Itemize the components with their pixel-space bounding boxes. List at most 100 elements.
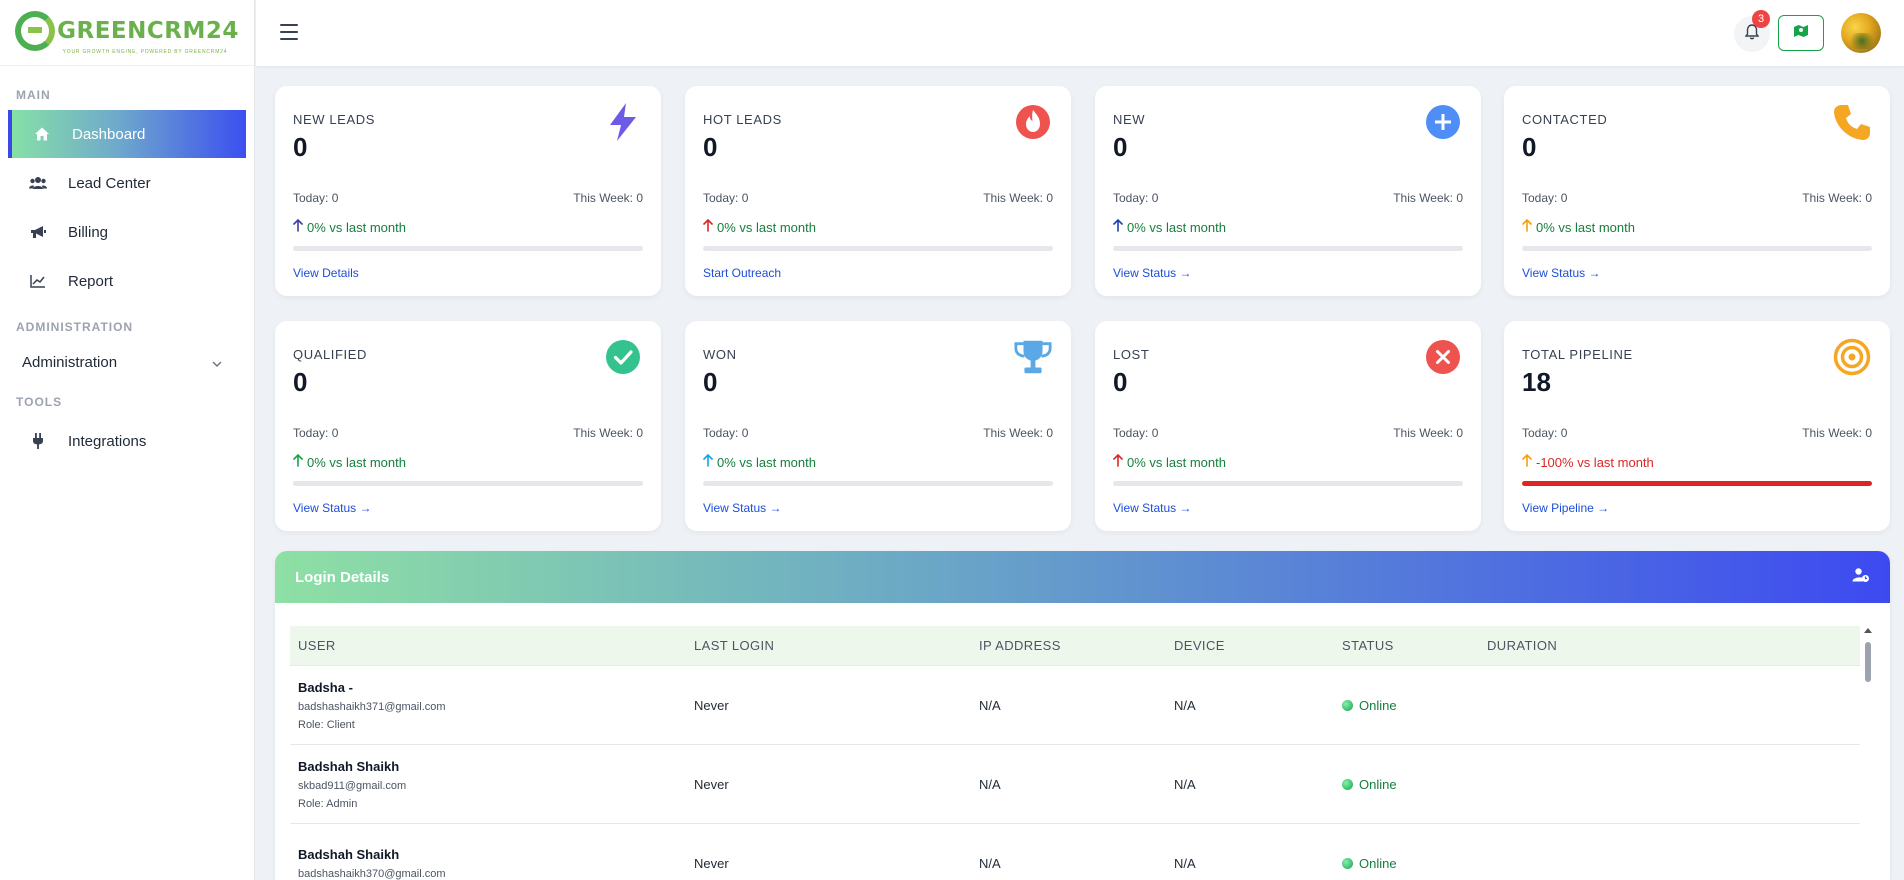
ip-address-cell: N/A [979, 855, 1001, 871]
stat-card-title: TOTAL PIPELINE [1522, 347, 1633, 362]
column-header-status[interactable]: STATUS [1342, 638, 1487, 653]
x-circle-icon [1423, 337, 1463, 377]
stat-card-progress [1522, 246, 1872, 251]
user-email: badshashaikh371@gmail.com [298, 700, 446, 713]
stat-card-link[interactable]: View Status → [1113, 501, 1191, 515]
target-icon [1832, 337, 1872, 377]
login-details-title: Login Details [295, 568, 390, 586]
stat-card-contacted: CONTACTED 0 Today: 0 This Week: 0 0% vs … [1504, 86, 1890, 296]
stat-card-today: Today: 0 [1522, 191, 1568, 205]
ip-address-cell: N/A [979, 776, 1001, 792]
stat-card-value: 0 [1522, 132, 1537, 162]
stat-card-value: 0 [293, 367, 308, 397]
device-cell: N/A [1174, 697, 1196, 713]
chevron-down-icon [212, 354, 222, 371]
column-header-device[interactable]: DEVICE [1174, 638, 1342, 653]
user-cell: Badshah Shaikh skbad911@gmail.com Role: … [290, 759, 694, 810]
column-header-last-login[interactable]: LAST LOGIN [694, 638, 979, 653]
phone-icon [1832, 102, 1872, 142]
stat-card-title: WON [703, 347, 737, 362]
scroll-up-icon[interactable] [1864, 628, 1872, 633]
stat-card-week: This Week: 0 [983, 426, 1053, 440]
stat-card-change-text: 0% vs last month [1536, 219, 1635, 235]
sidebar-item-integrations[interactable]: Integrations [8, 417, 246, 465]
sidebar-item-billing[interactable]: Billing [8, 208, 246, 256]
stat-card-change-text: 0% vs last month [1127, 454, 1226, 470]
login-details-panel: Login Details USER LAST LOGIN IP ADDRESS… [275, 551, 1890, 880]
stat-card-today: Today: 0 [703, 426, 749, 440]
ip-address-cell: N/A [979, 697, 1001, 713]
stat-card-change: 0% vs last month [1522, 218, 1635, 235]
brand-logo[interactable]: GREENCRM24 YOUR GROWTH ENGINE, POWERED B… [0, 0, 254, 66]
stat-card-week: This Week: 0 [1802, 426, 1872, 440]
sidebar-item-dashboard[interactable]: Dashboard [8, 110, 246, 158]
arrow-up-icon [1522, 218, 1532, 235]
table-scrollbar[interactable] [1863, 626, 1873, 880]
stat-card-progress [1522, 481, 1872, 486]
table-row[interactable]: Badshah Shaikh badshashaikh370@gmail.com… [290, 824, 1860, 880]
stat-card-link[interactable]: Start Outreach [703, 266, 781, 280]
section-label-main: MAIN [16, 88, 51, 102]
stat-card-hot-leads: HOT LEADS 0 Today: 0 This Week: 0 0% vs … [685, 86, 1071, 296]
user-role: Role: Client [298, 718, 355, 731]
stat-card-link[interactable]: View Pipeline → [1522, 501, 1609, 515]
stat-card-change-text: -100% vs last month [1536, 454, 1654, 470]
stat-card-today: Today: 0 [293, 426, 339, 440]
stat-card-progress [703, 246, 1053, 251]
column-header-user[interactable]: USER [290, 638, 694, 653]
plus-circle-icon [1423, 102, 1463, 142]
stat-card-change: 0% vs last month [703, 218, 816, 235]
stat-card-title: QUALIFIED [293, 347, 368, 362]
arrow-up-icon [703, 218, 713, 235]
user-cell: Badshah Shaikh badshashaikh370@gmail.com [290, 847, 694, 880]
user-cell: Badsha - badshashaikh371@gmail.com Role:… [290, 680, 694, 731]
stat-card-link[interactable]: View Details [293, 266, 359, 280]
stat-card-today: Today: 0 [703, 191, 749, 205]
sidebar-item-label: Integrations [68, 432, 147, 450]
user-avatar[interactable] [1841, 13, 1881, 53]
stat-card-title: HOT LEADS [703, 112, 782, 127]
sidebar-item-administration[interactable]: Administration [22, 352, 222, 372]
stat-card-new-leads: NEW LEADS 0 Today: 0 This Week: 0 0% vs … [275, 86, 661, 296]
sidebar-item-label: Dashboard [72, 125, 146, 143]
section-label-tools: TOOLS [16, 395, 63, 409]
stat-card-title: NEW [1113, 112, 1146, 127]
status-dot-icon [1342, 857, 1353, 869]
stat-card-total-pipeline: TOTAL PIPELINE 18 Today: 0 This Week: 0 … [1504, 321, 1890, 531]
stat-card-progress [293, 246, 643, 251]
stat-card-change-text: 0% vs last month [717, 454, 816, 470]
stat-card-change: 0% vs last month [293, 453, 406, 470]
stat-card-progress [293, 481, 643, 486]
stat-card-change-text: 0% vs last month [1127, 219, 1226, 235]
stat-card-link[interactable]: View Status → [1522, 266, 1600, 280]
stat-card-change: 0% vs last month [703, 453, 816, 470]
stat-card-value: 0 [1113, 367, 1128, 397]
last-login-cell: Never [694, 776, 729, 792]
check-circle-icon [603, 337, 643, 377]
stat-card-progress [703, 481, 1053, 486]
column-header-ip-address[interactable]: IP ADDRESS [979, 638, 1174, 653]
sidebar-item-report[interactable]: Report [8, 257, 246, 305]
device-cell: N/A [1174, 776, 1196, 792]
column-header-duration[interactable]: DURATION [1487, 638, 1687, 653]
stat-card-week: This Week: 0 [1802, 191, 1872, 205]
login-details-header: Login Details [275, 551, 1890, 603]
map-button[interactable] [1778, 15, 1824, 51]
users-icon [8, 176, 68, 190]
stat-card-value: 18 [1522, 367, 1551, 397]
user-email: badshashaikh370@gmail.com [298, 867, 446, 880]
table-row[interactable]: Badshah Shaikh skbad911@gmail.com Role: … [290, 745, 1860, 824]
stat-card-change-text: 0% vs last month [307, 454, 406, 470]
sidebar-item-lead-center[interactable]: Lead Center [8, 159, 246, 207]
stat-card-link[interactable]: View Status → [1113, 266, 1191, 280]
stat-card-today: Today: 0 [1522, 426, 1568, 440]
brand-name: GREENCRM24 [57, 17, 239, 44]
stat-card-change-text: 0% vs last month [717, 219, 816, 235]
stat-card-link[interactable]: View Status → [703, 501, 781, 515]
user-clock-icon[interactable] [1852, 567, 1870, 587]
stat-card-change: 0% vs last month [1113, 218, 1226, 235]
stat-card-link[interactable]: View Status → [293, 501, 371, 515]
scroll-thumb[interactable] [1865, 642, 1871, 682]
menu-toggle-icon[interactable] [280, 24, 298, 40]
table-row[interactable]: Badsha - badshashaikh371@gmail.com Role:… [290, 666, 1860, 745]
